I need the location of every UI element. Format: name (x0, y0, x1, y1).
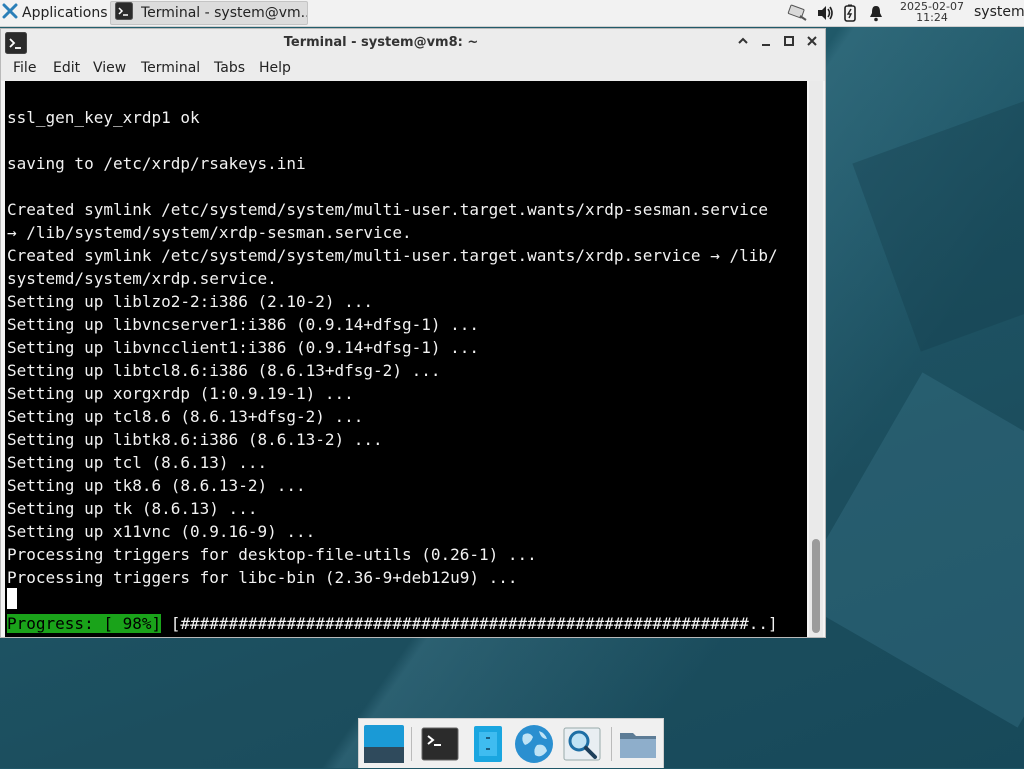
xfce-logo-icon (2, 3, 18, 23)
terminal-line: Setting up liblzo2-2:i386 (2.10-2) ... (7, 292, 374, 311)
terminal-line: Setting up x11vnc (0.9.16-9) ... (7, 522, 316, 541)
terminal-line: ssl_gen_key_xrdp1 ok (7, 108, 200, 127)
dock-separator (611, 727, 612, 761)
terminal-window: Terminal - system@vm8: ~ File Edit View … (0, 28, 826, 638)
close-icon (806, 35, 818, 51)
applications-label: Applications (22, 5, 108, 21)
dock (358, 718, 664, 768)
terminal-line: systemd/system/xrdp.service. (7, 269, 277, 288)
progress-bar: [#######################################… (161, 614, 778, 633)
folder-icon[interactable] (617, 723, 659, 765)
web-browser-icon[interactable] (513, 723, 555, 765)
terminal-line: Created symlink /etc/systemd/system/mult… (7, 246, 778, 265)
clock[interactable]: 2025-02-07 11:24 (894, 1, 970, 23)
network-icon[interactable] (786, 3, 808, 23)
menu-view[interactable]: View (93, 60, 126, 76)
window-title: Terminal - system@vm8: ~ (283, 35, 479, 50)
notification-bell-icon[interactable] (868, 3, 884, 23)
close-button[interactable] (802, 33, 822, 53)
volume-icon[interactable] (816, 3, 834, 23)
menu-bar: File Edit View Terminal Tabs Help (1, 57, 825, 81)
shade-button[interactable] (733, 33, 753, 53)
window-titlebar[interactable]: Terminal - system@vm8: ~ (1, 29, 825, 57)
terminal-line: Setting up tcl8.6 (8.6.13+dfsg-2) ... (7, 407, 364, 426)
terminal-line: Setting up libtcl8.6:i386 (8.6.13+dfsg-2… (7, 361, 441, 380)
terminal-line: Setting up xorgxrdp (1:0.9.19-1) ... (7, 384, 354, 403)
dock-separator (411, 727, 412, 761)
terminal-line: Setting up tk (8.6.13) ... (7, 499, 258, 518)
battery-icon[interactable] (842, 3, 858, 23)
terminal-line: Processing triggers for desktop-file-uti… (7, 545, 537, 564)
terminal-icon (115, 2, 133, 24)
minimize-button[interactable] (756, 33, 776, 53)
top-panel: Applications Terminal - system@vm... 202… (0, 0, 1024, 27)
applications-menu-button[interactable]: Applications (2, 2, 114, 24)
terminal-line: Created symlink /etc/systemd/system/mult… (7, 200, 768, 219)
menu-terminal[interactable]: Terminal (141, 60, 200, 76)
taskbar-terminal-button[interactable]: Terminal - system@vm... (110, 1, 308, 25)
terminal-line: Setting up libtk8.6:i386 (8.6.13-2) ... (7, 430, 383, 449)
terminal-output[interactable]: ssl_gen_key_xrdp1 ok saving to /etc/xrdp… (5, 81, 807, 637)
terminal-line: Setting up tcl (8.6.13) ... (7, 453, 268, 472)
show-desktop-icon[interactable] (363, 723, 405, 765)
clock-time: 11:24 (916, 11, 948, 24)
chevron-up-icon (737, 35, 749, 51)
file-manager-icon[interactable] (467, 723, 509, 765)
progress-line: Progress: [ 98%] [######################… (7, 612, 778, 635)
menu-help[interactable]: Help (259, 60, 291, 76)
user-menu[interactable]: system (974, 4, 1024, 20)
scrollbar-thumb[interactable] (812, 539, 820, 633)
maximize-icon (783, 35, 795, 51)
terminal-line: Setting up libvncserver1:i386 (0.9.14+df… (7, 315, 480, 334)
terminal-line: Setting up tk8.6 (8.6.13-2) ... (7, 476, 306, 495)
menu-file[interactable]: File (13, 60, 36, 76)
maximize-button[interactable] (779, 33, 799, 53)
menu-tabs[interactable]: Tabs (214, 60, 245, 76)
terminal-line: saving to /etc/xrdp/rsakeys.ini (7, 154, 306, 173)
terminal-icon[interactable] (419, 723, 461, 765)
progress-label: Progress: [ 98%] (7, 614, 162, 633)
text-cursor (7, 588, 17, 609)
terminal-line: → /lib/systemd/system/xrdp-sesman.servic… (7, 223, 412, 242)
menu-edit[interactable]: Edit (53, 60, 80, 76)
terminal-line: Setting up libvncclient1:i386 (0.9.14+df… (7, 338, 480, 357)
terminal-line: Processing triggers for libc-bin (2.36-9… (7, 568, 518, 587)
minimize-icon (760, 35, 772, 51)
app-finder-icon[interactable] (561, 723, 603, 765)
taskbar-title: Terminal - system@vm... (141, 5, 307, 21)
